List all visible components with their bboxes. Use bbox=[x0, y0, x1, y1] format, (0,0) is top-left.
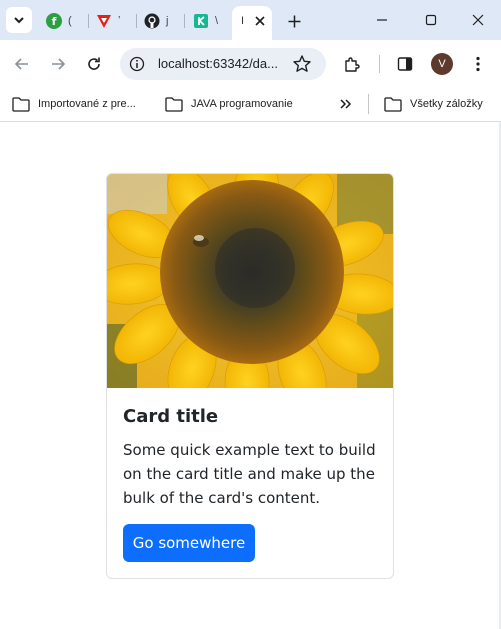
all-bookmarks-label: Všetky záložky bbox=[410, 98, 483, 110]
tab-active[interactable]: I bbox=[232, 6, 272, 40]
tab-1[interactable]: f ( bbox=[46, 8, 72, 34]
plus-icon bbox=[288, 15, 300, 27]
close-tab-button[interactable] bbox=[252, 13, 268, 29]
all-bookmarks-folder[interactable]: Všetky záložky bbox=[384, 94, 483, 114]
arrow-right-icon bbox=[52, 58, 66, 70]
minimize-icon bbox=[377, 19, 387, 21]
site-info-icon[interactable] bbox=[129, 56, 145, 72]
new-tab-button[interactable] bbox=[284, 11, 304, 31]
menu-button[interactable] bbox=[466, 52, 490, 76]
close-icon bbox=[472, 14, 484, 26]
tab-1-title: ( bbox=[68, 15, 72, 27]
folder-icon bbox=[384, 96, 402, 112]
bookmark-label: Importované z pre... bbox=[38, 98, 136, 110]
close-icon bbox=[255, 16, 265, 26]
tab-2[interactable]: ʼ bbox=[96, 8, 120, 34]
tab-separator bbox=[136, 14, 137, 28]
sunflower-image bbox=[107, 174, 393, 388]
more-bookmarks-button[interactable] bbox=[337, 95, 355, 113]
toolbar: localhost:63342/da... bbox=[0, 40, 501, 87]
close-window-button[interactable] bbox=[466, 9, 490, 31]
bookmark-star-icon[interactable] bbox=[292, 54, 312, 74]
tab-2-title: ʼ bbox=[118, 15, 121, 27]
tab-strip: f ( ʼ j \ I bbox=[0, 0, 501, 40]
card-text: Some quick example text to build on the … bbox=[123, 441, 376, 507]
bookmarks-bar: Importované z pre... JAVA programovanie … bbox=[0, 87, 501, 122]
minimize-button[interactable] bbox=[370, 9, 394, 31]
reload-button[interactable] bbox=[82, 52, 106, 76]
bookmark-folder-imported[interactable]: Importované z pre... bbox=[12, 94, 136, 114]
side-panel-button[interactable] bbox=[393, 52, 417, 76]
go-somewhere-button[interactable]: Go somewhere bbox=[123, 524, 255, 562]
url-text[interactable]: localhost:63342/da... bbox=[158, 56, 278, 71]
tab-separator bbox=[184, 14, 185, 28]
red-v-icon bbox=[96, 13, 112, 29]
card: Card title Some quick example text to bu… bbox=[106, 173, 394, 579]
tab-4[interactable]: \ bbox=[193, 8, 218, 34]
avatar-initial: V bbox=[438, 58, 446, 70]
forward-button[interactable] bbox=[46, 52, 70, 76]
bookmark-label: JAVA programovanie bbox=[191, 98, 293, 110]
folder-icon bbox=[12, 96, 30, 112]
bookmarks-divider bbox=[368, 94, 369, 114]
side-panel-icon bbox=[397, 57, 413, 71]
folder-icon bbox=[165, 96, 183, 112]
active-tab-title: I bbox=[241, 15, 245, 27]
chevron-down-icon bbox=[14, 17, 24, 24]
double-chevron-right-icon bbox=[340, 99, 352, 109]
maximize-icon bbox=[425, 14, 437, 26]
profile-avatar[interactable]: V bbox=[431, 53, 453, 75]
tab-3[interactable]: j bbox=[144, 8, 168, 34]
toolbar-divider bbox=[379, 55, 380, 73]
tab-search-button[interactable] bbox=[6, 7, 32, 33]
extensions-button[interactable] bbox=[340, 52, 364, 76]
green-circle-icon: f bbox=[46, 13, 62, 29]
reload-icon bbox=[88, 57, 100, 70]
more-vertical-icon bbox=[476, 56, 480, 72]
tab-4-title: \ bbox=[215, 15, 219, 27]
github-icon bbox=[144, 13, 160, 29]
tab-separator bbox=[88, 14, 89, 28]
tab-3-title: j bbox=[166, 15, 169, 27]
back-button[interactable] bbox=[10, 52, 34, 76]
puzzle-icon bbox=[345, 57, 360, 72]
maximize-button[interactable] bbox=[419, 9, 443, 31]
teal-k-icon bbox=[193, 13, 209, 29]
arrow-left-icon bbox=[14, 58, 28, 70]
card-title: Card title bbox=[123, 406, 219, 427]
bookmark-folder-java[interactable]: JAVA programovanie bbox=[165, 94, 293, 114]
address-bar[interactable]: localhost:63342/da... bbox=[120, 48, 326, 80]
